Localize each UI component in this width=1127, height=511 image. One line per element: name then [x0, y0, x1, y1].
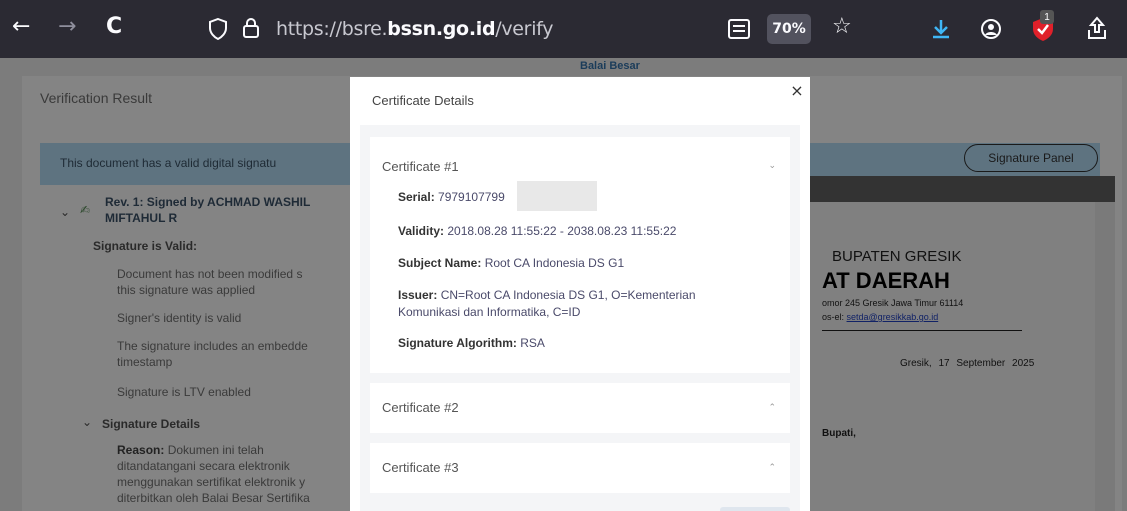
validity-row: Validity: 2018.08.28 11:55:22 - 2038.08.… — [398, 223, 676, 240]
certificate-card-1: Certificate #1 ⌄ Serial: 7979107799 Vali… — [370, 137, 790, 373]
url-domain: bssn.go.id — [387, 18, 496, 40]
forward-icon[interactable]: → — [58, 16, 76, 38]
subject-label: Subject Name: — [398, 256, 482, 270]
signature-revision-signer: MIFTAHUL R — [105, 211, 178, 225]
chevron-up-icon: ⌃ — [768, 463, 776, 473]
subject-row: Subject Name: Root CA Indonesia DS G1 — [398, 255, 624, 272]
modal-title: Certificate Details — [372, 93, 474, 108]
certificate-title-3: Certificate #3 — [382, 460, 459, 475]
validity-item-1b: this signature was applied — [117, 283, 256, 297]
algorithm-label: Signature Algorithm: — [398, 336, 517, 350]
chevron-down-icon[interactable]: ⌄ — [768, 161, 776, 171]
bookmark-star-icon[interactable]: ☆ — [832, 16, 852, 38]
reason-line-4: diterbitkan oleh Balai Besar Sertifika — [117, 491, 310, 505]
valid-signature-text: This document has a valid digital signat… — [60, 156, 277, 170]
reader-view-icon[interactable] — [728, 19, 750, 39]
issuer-value-1: CN=Root CA Indonesia DS G1, O=Kementeria… — [440, 288, 696, 302]
certificate-card-3[interactable]: Certificate #3 ⌃ — [370, 443, 790, 493]
document-divider — [822, 330, 1022, 331]
chevron-up-icon: ⌃ — [768, 403, 776, 413]
document-date: Gresik, 17 September 2025 — [900, 358, 1035, 369]
url-prefix: https://bsre. — [276, 18, 388, 40]
url-bar[interactable]: https://bsre.bssn.go.id/verify — [196, 12, 553, 46]
download-icon[interactable] — [930, 18, 952, 40]
share-icon[interactable] — [1086, 16, 1108, 40]
signature-hand-icon: ✍ — [80, 203, 91, 217]
account-icon[interactable] — [980, 18, 1002, 40]
certificate-card-2[interactable]: Certificate #2 ⌃ — [370, 383, 790, 433]
serial-row: Serial: 7979107799 — [398, 189, 505, 206]
signature-revision-title[interactable]: Rev. 1: Signed by ACHMAD WASHIL — [105, 194, 310, 210]
chevron-down-icon[interactable]: ⌄ — [82, 414, 92, 430]
signature-panel-button[interactable]: Signature Panel — [964, 144, 1098, 172]
modal-header: Certificate Details × — [350, 77, 810, 125]
serial-value: 7979107799 — [438, 190, 505, 204]
issuer-row-2: Komunikasi dan Informatika, C=ID — [398, 305, 581, 319]
browser-toolbar: ← → C https://bsre.bssn.go.id/verify 70%… — [0, 0, 1127, 58]
url-text[interactable]: https://bsre.bssn.go.id/verify — [276, 18, 553, 40]
document-heading-1: BUPATEN GRESIK — [832, 248, 962, 265]
reload-icon[interactable]: C — [106, 16, 122, 38]
site-logo: Balai Besar — [580, 60, 640, 72]
subject-value: Root CA Indonesia DS G1 — [484, 256, 625, 270]
modal-body: Certificate #1 ⌄ Serial: 7979107799 Vali… — [360, 125, 800, 511]
validity-item-1: Document has not been modified s — [117, 267, 303, 281]
close-button[interactable]: × — [787, 81, 807, 101]
signature-details-heading[interactable]: Signature Details — [102, 416, 200, 432]
shield-icon — [209, 18, 227, 40]
algorithm-value: RSA — [520, 336, 545, 350]
document-toolbar — [805, 176, 1115, 202]
document-signer-title: Bupati, — [822, 428, 856, 439]
reason-line-1: Reason: Dokumen ini telah — [117, 442, 264, 458]
certificate-details-modal: Certificate Details × Certificate #1 ⌄ S… — [350, 77, 810, 511]
back-icon[interactable]: ← — [12, 16, 30, 38]
certificate-title-2: Certificate #2 — [382, 400, 459, 415]
email-prefix: os-el: — [822, 312, 845, 322]
validity-item-4: Signature is LTV enabled — [117, 385, 251, 399]
zoom-level-button[interactable]: 70% — [767, 14, 811, 44]
reason-label: Reason: — [117, 443, 165, 457]
validity-item-3b: timestamp — [117, 355, 173, 369]
reason-line-3: menggunakan sertifikat elektronik y — [117, 475, 306, 489]
document-email-line: os-el: setda@gresikkab.go.id — [822, 312, 938, 322]
document-address: omor 245 Gresik Jawa Timur 61114 — [822, 298, 964, 308]
reason-line-2: ditandatangani secara elektronik — [117, 459, 290, 473]
issuer-row: Issuer: CN=Root CA Indonesia DS G1, O=Ke… — [398, 287, 696, 304]
validity-item-3: The signature includes an embedde — [117, 339, 308, 353]
signature-valid-heading: Signature is Valid: — [93, 239, 198, 253]
issuer-label: Issuer: — [398, 288, 438, 302]
validity-value: 2018.08.28 11:55:22 - 2038.08.23 11:55:2… — [447, 224, 677, 238]
reason-text-1: Dokumen ini telah — [167, 443, 264, 457]
modal-footer-button[interactable] — [720, 507, 790, 511]
lock-icon — [243, 18, 259, 38]
verification-result-title: Verification Result — [40, 90, 153, 106]
chevron-down-icon[interactable]: ⌄ — [60, 204, 70, 220]
extension-badge: 1 — [1040, 10, 1054, 24]
validity-label: Validity: — [398, 224, 445, 238]
document-email: setda@gresikkab.go.id — [846, 312, 939, 322]
algorithm-row: Signature Algorithm: RSA — [398, 335, 545, 352]
redacted-area — [517, 181, 597, 211]
validity-item-2: Signer's identity is valid — [117, 311, 242, 325]
document-heading-2: AT DAERAH — [822, 268, 950, 293]
certificate-title-1[interactable]: Certificate #1 — [382, 159, 459, 174]
url-path: /verify — [495, 18, 554, 40]
serial-label: Serial: — [398, 190, 435, 204]
